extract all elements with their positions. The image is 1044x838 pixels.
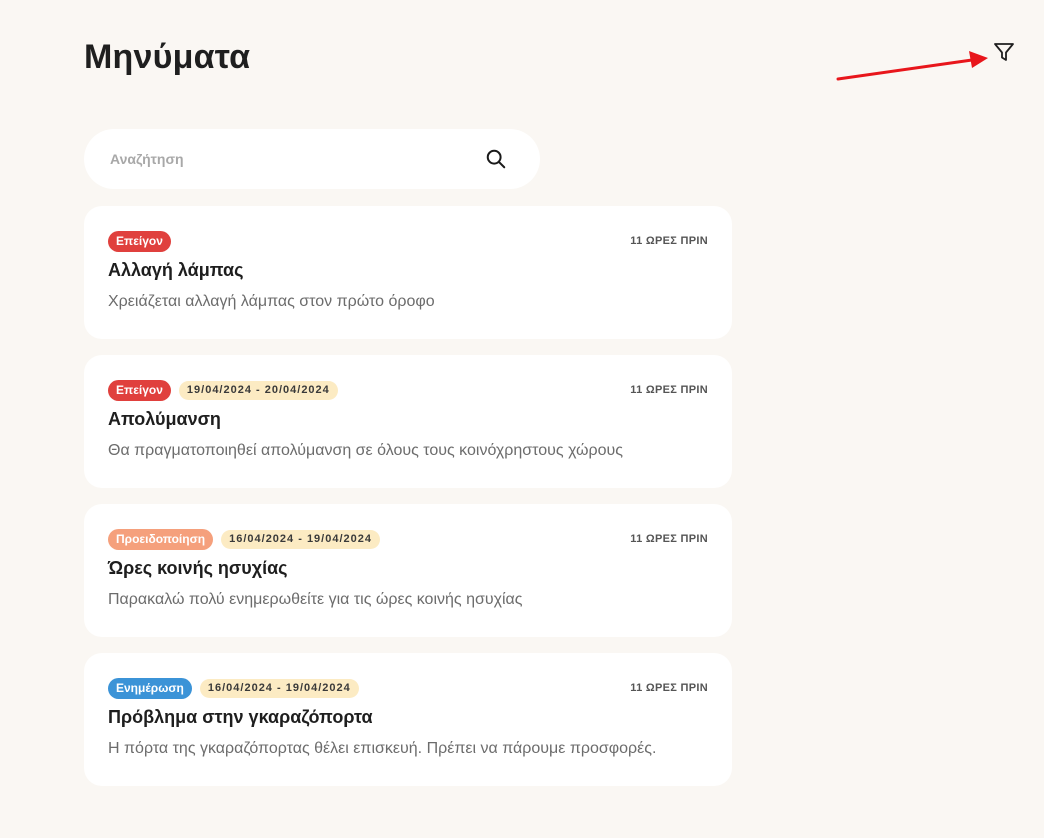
date-range-badge: 16/04/2024 - 19/04/2024 [199, 678, 359, 698]
priority-badge: Επείγον [108, 379, 171, 401]
message-body: Θα πραγματοποιηθεί απολύμανση σε όλους τ… [108, 442, 623, 459]
messages-page: Μηνύματα Επείγον 11 ΩΡΕΣ ΠΡΙΝ Αλλαγή λάμ… [0, 0, 1044, 838]
message-meta: Ενημέρωση 16/04/2024 - 19/04/2024 11 ΩΡΕ… [108, 677, 708, 699]
page-title: Μηνύματα [84, 38, 251, 76]
priority-badge: Ενημέρωση [108, 677, 192, 699]
filter-button[interactable] [990, 38, 1018, 66]
message-body: Παρακαλώ πολύ ενημερωθείτε για τις ώρες … [108, 591, 523, 608]
red-arrow-annotation [836, 51, 988, 81]
message-title: Αλλαγή λάμπας [108, 260, 244, 280]
date-range-badge: 16/04/2024 - 19/04/2024 [221, 529, 380, 549]
message-card[interactable]: Ενημέρωση 16/04/2024 - 19/04/2024 11 ΩΡΕ… [84, 653, 732, 786]
priority-badge: Προειδοποίηση [108, 528, 214, 550]
message-meta: Επείγον 11 ΩΡΕΣ ΠΡΙΝ [108, 230, 708, 252]
time-ago: 11 ΩΡΕΣ ΠΡΙΝ [630, 384, 708, 396]
messages-list: Επείγον 11 ΩΡΕΣ ΠΡΙΝ Αλλαγή λάμπας Χρειά… [84, 206, 732, 802]
message-title: Ώρες κοινής ησυχίας [108, 558, 288, 578]
time-ago: 11 ΩΡΕΣ ΠΡΙΝ [630, 682, 708, 694]
date-range-badge: 19/04/2024 - 20/04/2024 [178, 380, 338, 400]
message-title: Απολύμανση [108, 409, 221, 429]
message-meta: Επείγον 19/04/2024 - 20/04/2024 11 ΩΡΕΣ … [108, 379, 708, 401]
search-box [84, 129, 540, 189]
time-ago: 11 ΩΡΕΣ ΠΡΙΝ [630, 533, 708, 545]
time-ago: 11 ΩΡΕΣ ΠΡΙΝ [630, 235, 708, 247]
message-card[interactable]: Επείγον 19/04/2024 - 20/04/2024 11 ΩΡΕΣ … [84, 355, 732, 488]
search-icon[interactable] [484, 147, 508, 171]
message-body: Χρειάζεται αλλαγή λάμπας στον πρώτο όροφ… [108, 293, 435, 310]
message-meta: Προειδοποίηση 16/04/2024 - 19/04/2024 11… [108, 528, 708, 550]
message-card[interactable]: Προειδοποίηση 16/04/2024 - 19/04/2024 11… [84, 504, 732, 637]
message-body: Η πόρτα της γκαραζόπορτας θέλει επισκευή… [108, 740, 657, 757]
priority-badge: Επείγον [108, 230, 171, 252]
filter-icon [994, 43, 1014, 61]
search-input[interactable] [108, 150, 484, 168]
message-title: Πρόβλημα στην γκαραζόπορτα [108, 707, 373, 727]
message-card[interactable]: Επείγον 11 ΩΡΕΣ ΠΡΙΝ Αλλαγή λάμπας Χρειά… [84, 206, 732, 339]
